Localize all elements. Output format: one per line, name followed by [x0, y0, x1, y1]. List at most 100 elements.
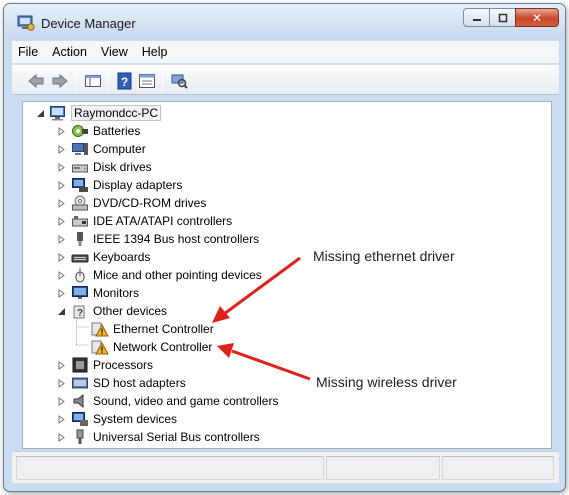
properties-icon — [139, 73, 155, 88]
tree-item-dvd-cd-rom-drives[interactable]: DVD/CD-ROM drives — [57, 194, 206, 212]
forward-arrow-icon — [52, 73, 68, 88]
minimize-icon — [472, 18, 481, 21]
tree-item-label: Mice and other pointing devices — [93, 268, 262, 282]
back-button[interactable] — [26, 71, 46, 90]
battery-icon — [72, 125, 88, 137]
expand-arrow-icon[interactable] — [57, 397, 66, 406]
disk-drive-icon — [72, 164, 88, 173]
expand-arrow-icon[interactable] — [57, 235, 66, 244]
tree-item-label: Monitors — [93, 286, 140, 300]
expand-arrow-icon[interactable] — [57, 163, 66, 172]
tree-item-disk-drives[interactable]: Disk drives — [57, 158, 152, 176]
tree-item-label: Ethernet Controller — [113, 322, 214, 336]
expand-arrow-icon[interactable] — [57, 415, 66, 424]
console-tree-icon — [85, 74, 101, 87]
tree-item-label: Keyboards — [93, 250, 151, 264]
back-arrow-icon — [28, 73, 44, 88]
window-title: Device Manager — [41, 16, 136, 31]
close-button[interactable]: ✕ — [515, 8, 559, 27]
display-adapter-icon — [72, 178, 88, 192]
properties-button[interactable] — [137, 71, 157, 90]
scan-hardware-icon — [171, 74, 188, 89]
tree-item-label: IEEE 1394 Bus host controllers — [93, 232, 260, 246]
tree-item-other-devices[interactable]: ? Other devices — [57, 302, 167, 320]
tree-item-mice[interactable]: Mice and other pointing devices — [57, 266, 262, 284]
status-bar — [12, 451, 559, 483]
expand-arrow-icon[interactable] — [57, 217, 66, 226]
tree-item-monitors[interactable]: Monitors — [57, 284, 139, 302]
unknown-device-icon: ? — [73, 305, 85, 319]
expand-arrow-icon[interactable] — [57, 127, 66, 136]
toolbar: ? — [12, 64, 559, 95]
device-manager-window: Device Manager ✕ File Action View Help ?… — [3, 3, 566, 492]
tree-item-label: SD host adapters — [93, 376, 186, 390]
close-icon: ✕ — [531, 10, 543, 25]
warning-device-icon — [91, 322, 109, 337]
tree-item-label: Computer — [93, 142, 146, 156]
tree-root[interactable]: Raymondcc-PC — [36, 104, 162, 122]
maximize-icon — [498, 13, 507, 22]
tree-item-label: Universal Serial Bus controllers — [93, 430, 260, 444]
expand-arrow-icon[interactable] — [57, 199, 66, 208]
tree-item-system-devices[interactable]: System devices — [57, 410, 177, 428]
scan-hardware-button[interactable] — [169, 71, 189, 90]
tree-item-batteries[interactable]: Batteries — [57, 122, 140, 140]
expand-arrow-icon[interactable] — [57, 271, 66, 280]
tree-root-label: Raymondcc-PC — [71, 105, 162, 121]
tree-item-keyboards[interactable]: Keyboards — [57, 248, 150, 266]
tree-item-label: Sound, video and game controllers — [93, 394, 279, 408]
collapse-arrow-icon[interactable] — [57, 307, 66, 316]
device-tree[interactable]: Raymondcc-PC Batteries Computer Disk dri… — [22, 101, 552, 449]
forward-button[interactable] — [50, 71, 70, 90]
expand-arrow-icon[interactable] — [57, 181, 66, 190]
ide-controller-icon — [72, 216, 88, 227]
expand-arrow-icon[interactable] — [57, 145, 66, 154]
tree-item-computer[interactable]: Computer — [57, 140, 146, 158]
menu-bar: File Action View Help — [12, 41, 559, 63]
tree-item-display-adapters[interactable]: Display adapters — [57, 176, 182, 194]
tree-item-label: Batteries — [93, 124, 141, 138]
computer-icon — [72, 143, 88, 155]
collapse-arrow-icon[interactable] — [36, 109, 45, 118]
computer-icon — [50, 106, 65, 121]
keyboard-icon — [71, 254, 89, 263]
console-tree-button[interactable] — [83, 71, 103, 90]
tree-item-usb-controllers[interactable]: Universal Serial Bus controllers — [57, 428, 260, 446]
menu-file[interactable]: File — [18, 45, 38, 59]
title-bar[interactable]: Device Manager ✕ — [4, 4, 565, 40]
tree-item-ethernet-controller[interactable]: Ethernet Controller — [91, 320, 214, 338]
status-pane-right — [442, 456, 554, 480]
tree-item-ide-controllers[interactable]: IDE ATA/ATAPI controllers — [57, 212, 232, 230]
processor-icon — [72, 357, 88, 373]
expand-arrow-icon[interactable] — [57, 379, 66, 388]
tree-item-ieee-1394-controllers[interactable]: IEEE 1394 Bus host controllers — [57, 230, 259, 248]
usb-icon — [76, 429, 84, 444]
help-button[interactable]: ? — [115, 71, 135, 90]
expand-arrow-icon[interactable] — [57, 289, 66, 298]
status-pane-middle — [326, 456, 440, 480]
help-icon: ? — [117, 72, 132, 89]
maximize-button[interactable] — [489, 8, 516, 27]
tree-item-label: IDE ATA/ATAPI controllers — [93, 214, 233, 228]
dvd-drive-icon — [72, 195, 88, 211]
tree-item-processors[interactable]: Processors — [57, 356, 153, 374]
expand-arrow-icon[interactable] — [57, 361, 66, 370]
monitor-icon — [72, 286, 88, 299]
menu-action[interactable]: Action — [52, 45, 87, 59]
speaker-icon — [73, 393, 84, 409]
expand-arrow-icon[interactable] — [57, 433, 66, 442]
system-device-icon — [72, 412, 88, 426]
annotation-wireless: Missing wireless driver — [316, 374, 457, 390]
tree-item-label: System devices — [93, 412, 178, 426]
menu-help[interactable]: Help — [142, 45, 168, 59]
firewire-icon — [77, 232, 83, 246]
tree-item-network-controller[interactable]: Network Controller — [91, 338, 212, 356]
tree-item-sd-host-adapters[interactable]: SD host adapters — [57, 374, 186, 392]
tree-item-label: Network Controller — [113, 340, 213, 354]
tree-item-label: Disk drives — [93, 160, 152, 174]
sd-adapter-icon — [72, 377, 88, 389]
minimize-button[interactable] — [463, 8, 490, 27]
expand-arrow-icon[interactable] — [57, 253, 66, 262]
tree-item-sound-video-game[interactable]: Sound, video and game controllers — [57, 392, 278, 410]
menu-view[interactable]: View — [101, 45, 128, 59]
